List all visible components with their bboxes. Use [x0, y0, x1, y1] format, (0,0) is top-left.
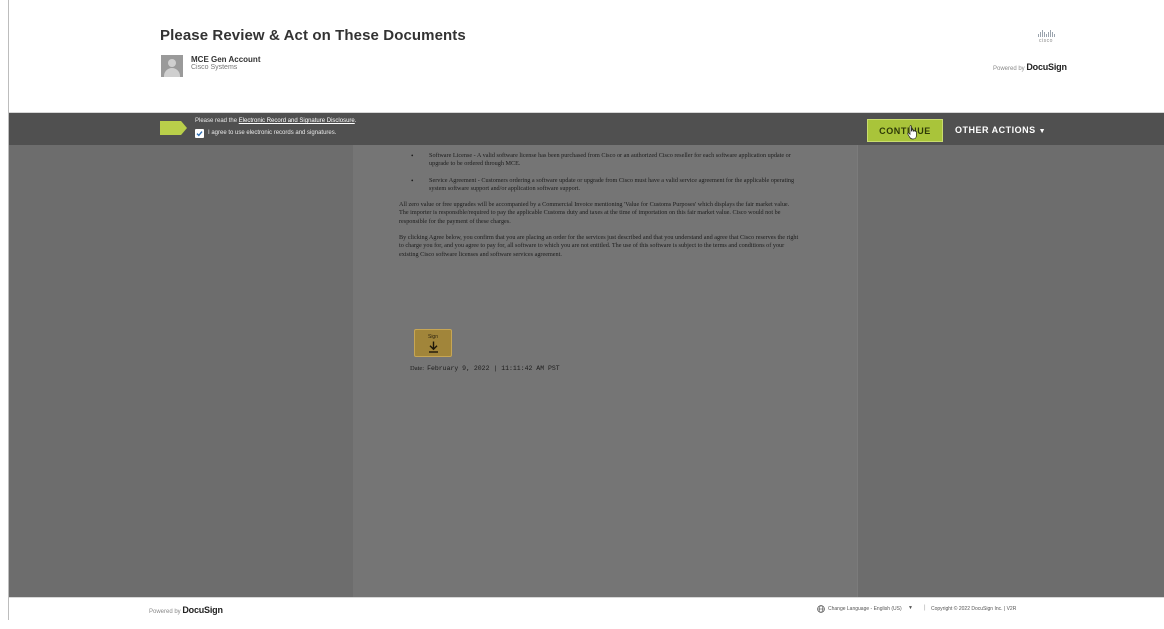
- date-label: Date:: [410, 365, 425, 372]
- list-item-text: Software License - A valid software lice…: [429, 152, 791, 168]
- footer: Powered by DocuSign Change Language - En…: [9, 597, 1164, 620]
- docusign-logo: DocuSign: [1026, 62, 1067, 72]
- agree-checkbox[interactable]: [195, 129, 204, 138]
- signing-window: Please Review & Act on These Documents M…: [8, 0, 1164, 620]
- header: Please Review & Act on These Documents M…: [9, 0, 1164, 113]
- other-actions-menu[interactable]: OTHER ACTIONS ▼: [955, 125, 1046, 135]
- powered-by-docusign-footer: Powered by DocuSign: [149, 605, 223, 615]
- flag-icon: [160, 121, 187, 135]
- sender-company: Cisco Systems: [191, 64, 238, 71]
- disclosure-link[interactable]: Electronic Record and Signature Disclosu…: [239, 118, 355, 124]
- left-panel: [9, 145, 353, 597]
- date-value: February 9, 2022 | 11:11:42 AM PST: [427, 365, 560, 372]
- cisco-logo-text: cisco: [1039, 38, 1053, 44]
- other-actions-label: OTHER ACTIONS: [955, 125, 1036, 135]
- caret-down-icon: ▼: [1038, 128, 1047, 135]
- page-title: Please Review & Act on These Documents: [160, 27, 466, 44]
- document-page[interactable]: • Software License - A valid software lic…: [353, 145, 857, 597]
- checkmark-icon: [196, 131, 203, 137]
- download-arrow-icon: [429, 341, 438, 353]
- requirements-list: • Software License - A valid software lic…: [399, 152, 799, 193]
- agree-label: I agree to use electronic records and si…: [208, 130, 337, 136]
- cisco-logo: cisco: [1029, 30, 1063, 44]
- right-panel: [857, 145, 1164, 597]
- list-item-text: Service Agreement - Customers ordering a…: [429, 176, 795, 192]
- change-language-link[interactable]: Change Language - English (US): [828, 606, 902, 612]
- sender-name: MCE Gen Account: [191, 55, 261, 64]
- powered-by-label: Powered by: [993, 66, 1025, 72]
- signature-date: Date: February 9, 2022 | 11:11:42 AM PST: [410, 365, 560, 372]
- document-body: • Software License - A valid software lic…: [399, 152, 799, 267]
- hand-cursor-icon: [907, 125, 917, 140]
- avatar: [161, 55, 183, 77]
- powered-by-docusign: Powered by DocuSign: [993, 62, 1067, 72]
- sign-button[interactable]: Sign: [414, 329, 452, 357]
- footer-powered-by-label: Powered by: [149, 609, 181, 615]
- footer-separator: |: [924, 605, 926, 611]
- globe-icon: [817, 605, 825, 613]
- language-caret-down-icon[interactable]: ▼: [908, 605, 913, 611]
- list-item: • Software License - A valid software lic…: [411, 152, 799, 169]
- action-bar: Please read the Electronic Record and Si…: [9, 113, 1164, 145]
- list-item: • Service Agreement - Customers ordering …: [411, 176, 799, 194]
- footer-docusign-logo: DocuSign: [182, 605, 223, 615]
- avatar-body: [164, 68, 180, 77]
- agreement-paragraph: By clicking Agree below, you confirm tha…: [399, 234, 799, 258]
- sign-label: Sign: [427, 334, 438, 340]
- avatar-head: [168, 59, 176, 67]
- customs-paragraph: All zero value or free upgrades will be …: [399, 201, 790, 225]
- cisco-logo-bars-icon: [1029, 30, 1063, 37]
- bullet-icon: •: [411, 176, 414, 185]
- disclosure-text: Please read the Electronic Record and Si…: [195, 118, 356, 124]
- copyright-text: Copyright © 2022 DocuSign Inc. | V2R: [931, 606, 1017, 612]
- disclosure-prefix: Please read the: [195, 118, 239, 124]
- continue-button[interactable]: CONTINUE: [867, 119, 943, 142]
- disclosure-suffix: .: [354, 118, 357, 124]
- bullet-icon: •: [411, 152, 414, 160]
